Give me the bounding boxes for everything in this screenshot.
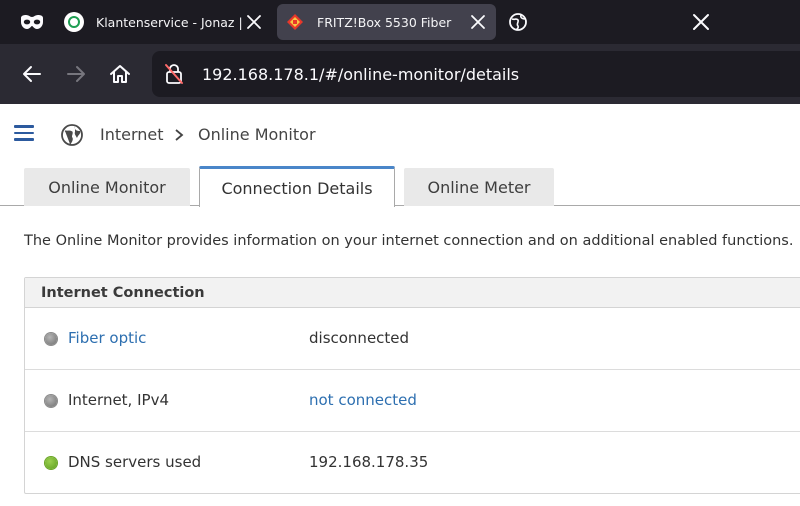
tab-connection-details[interactable]: Connection Details	[199, 166, 395, 207]
tab-favicon-icon	[64, 12, 84, 32]
row-label: DNS servers used	[68, 453, 202, 471]
breadcrumb-internet-link[interactable]: Internet	[100, 125, 164, 144]
fritzbox-favicon-icon	[285, 12, 305, 32]
browser-tab-strip: Klantenservice - Jonaz | Int FRITZ!Box 5…	[0, 0, 800, 44]
insecure-lock-icon[interactable]	[162, 62, 186, 86]
tab-title: FRITZ!Box 5530 Fiber	[317, 14, 452, 30]
address-bar[interactable]: 192.168.178.1/#/online-monitor/details	[152, 51, 800, 97]
home-icon[interactable]	[104, 44, 136, 104]
status-indicator-icon	[45, 395, 57, 407]
breadcrumb-current-page: Online Monitor	[198, 125, 316, 144]
table-row: DNS servers used 192.168.178.35	[25, 432, 800, 494]
close-tab-icon[interactable]	[242, 10, 266, 34]
row-label: Internet, IPv4	[68, 391, 169, 409]
forward-arrow-icon[interactable]	[60, 44, 92, 104]
status-value: disconnected	[309, 329, 410, 347]
globe-icon	[60, 123, 84, 147]
status-indicator-icon	[45, 457, 57, 469]
table-row: Internet, IPv4 not connected	[25, 370, 800, 432]
chevron-right-icon	[174, 127, 184, 146]
breadcrumb: Internet Online Monitor	[0, 104, 800, 166]
status-indicator-icon	[45, 333, 57, 345]
table-row: Fiber optic disconnected	[25, 308, 800, 370]
tab-title: Klantenservice - Jonaz | Int	[96, 14, 242, 30]
menu-icon[interactable]	[14, 125, 34, 141]
page-tabs: Online Monitor Connection Details Online…	[0, 166, 800, 207]
browser-toolbar: 192.168.178.1/#/online-monitor/details	[0, 44, 800, 104]
dns-server-value: 192.168.178.35	[309, 453, 429, 471]
globe-icon[interactable]	[505, 0, 531, 44]
browser-tab-fritzbox[interactable]: FRITZ!Box 5530 Fiber	[277, 4, 496, 40]
internet-connection-panel: Internet Connection Fiber optic disconne…	[24, 277, 800, 494]
close-tab-icon[interactable]	[466, 10, 490, 34]
private-mask-icon[interactable]	[16, 0, 48, 44]
panel-title: Internet Connection	[25, 278, 800, 308]
page-description: The Online Monitor provides information …	[24, 233, 794, 249]
fiber-optic-link[interactable]: Fiber optic	[68, 329, 146, 347]
tab-online-monitor[interactable]: Online Monitor	[24, 168, 190, 206]
tab-online-meter[interactable]: Online Meter	[404, 168, 554, 206]
not-connected-link[interactable]: not connected	[309, 391, 417, 409]
fritzbox-page: Internet Online Monitor Online Monitor C…	[0, 104, 800, 506]
back-arrow-icon[interactable]	[16, 44, 48, 104]
url-text[interactable]: 192.168.178.1/#/online-monitor/details	[202, 65, 519, 84]
close-icon[interactable]	[688, 0, 714, 44]
browser-tab-klantenservice[interactable]: Klantenservice - Jonaz | Int	[56, 4, 272, 40]
